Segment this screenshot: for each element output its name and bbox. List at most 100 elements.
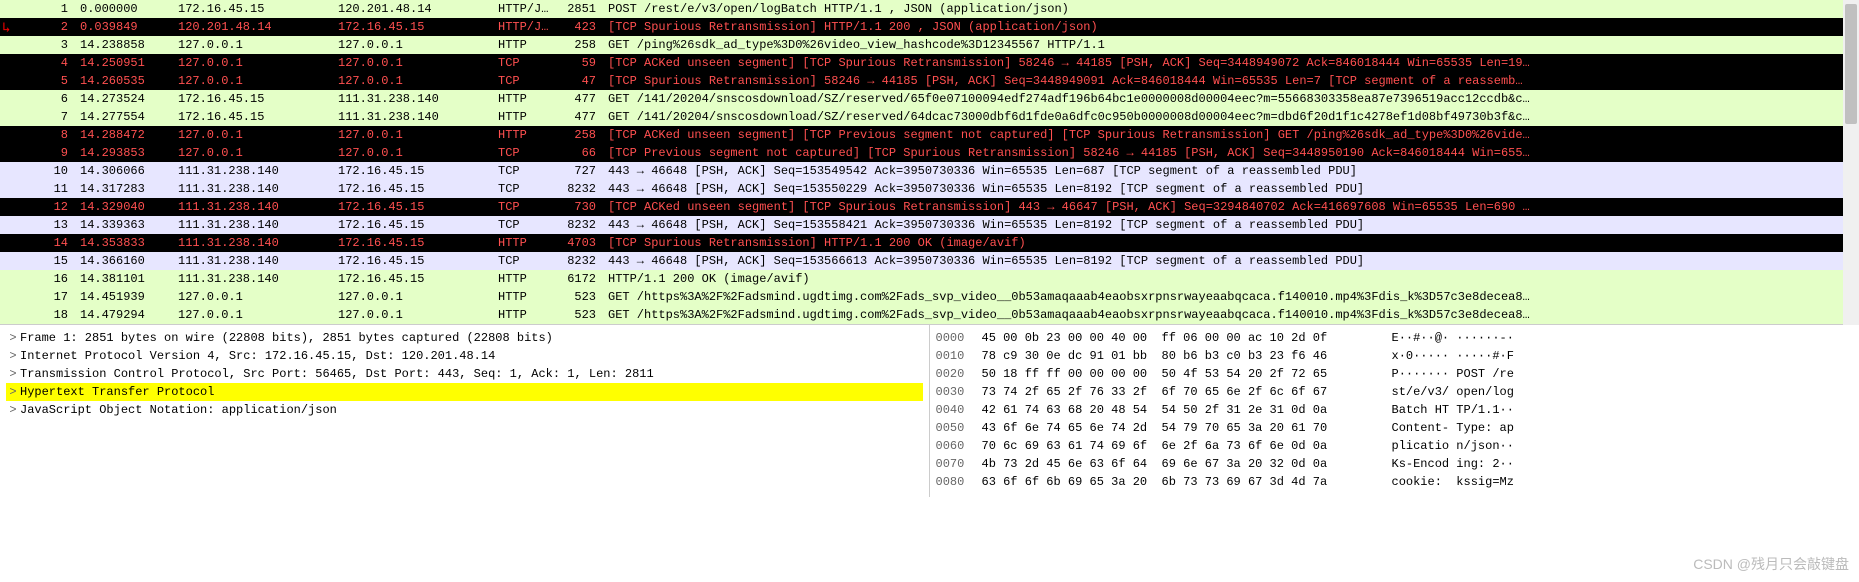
expand-caret-icon[interactable]: > [6,401,20,419]
packet-src: 127.0.0.1 [172,54,332,72]
packet-dst: 127.0.0.1 [332,36,492,54]
packet-proto: HTTP [492,234,560,252]
packet-len: 8232 [560,180,602,198]
packet-row[interactable]: 814.288472127.0.0.1127.0.0.1HTTP258[TCP … [0,126,1859,144]
packet-time: 14.329040 [74,198,172,216]
packet-len: 258 [560,126,602,144]
packet-len: 8232 [560,252,602,270]
packet-dst: 172.16.45.15 [332,234,492,252]
hex-line[interactable]: 008063 6f 6f 6b 69 65 3a 20 6b 73 73 69 … [936,473,1854,491]
packet-src: 172.16.45.15 [172,0,332,18]
packet-row[interactable]: 20.039849120.201.48.14172.16.45.15HTTP/J… [0,18,1859,36]
tree-item-label: Internet Protocol Version 4, Src: 172.16… [20,347,923,365]
hex-bytes: 42 61 74 63 68 20 48 54 54 50 2f 31 2e 3… [982,401,1392,419]
packet-len: 477 [560,90,602,108]
hex-line[interactable]: 001078 c9 30 0e dc 91 01 bb 80 b6 b3 c0 … [936,347,1854,365]
packet-row[interactable]: 1314.339363111.31.238.140172.16.45.15TCP… [0,216,1859,234]
packet-num: 3 [0,36,74,54]
packet-row[interactable]: 1614.381101111.31.238.140172.16.45.15HTT… [0,270,1859,288]
packet-list-scrollbar[interactable] [1843,0,1859,325]
packet-dst: 127.0.0.1 [332,306,492,324]
packet-info: [TCP Spurious Retransmission] HTTP/1.1 2… [602,18,1859,36]
hex-offset: 0000 [936,329,982,347]
packet-proto: HTTP [492,36,560,54]
packet-src: 127.0.0.1 [172,288,332,306]
packet-info: 443 → 46648 [PSH, ACK] Seq=153566613 Ack… [602,252,1859,270]
packet-time: 14.381101 [74,270,172,288]
packet-num: 1 [0,0,74,18]
packet-time: 14.306066 [74,162,172,180]
packet-row[interactable]: 1514.366160111.31.238.140172.16.45.15TCP… [0,252,1859,270]
packet-row[interactable]: 1414.353833111.31.238.140172.16.45.15HTT… [0,234,1859,252]
expand-caret-icon[interactable]: > [6,383,20,401]
packet-num: 5 [0,72,74,90]
hex-ascii: E··#··@· ······-· [1392,329,1854,347]
packet-row[interactable]: 1714.451939127.0.0.1127.0.0.1HTTP523GET … [0,288,1859,306]
hex-ascii: cookie: kssig=Mz [1392,473,1854,491]
packet-dst: 172.16.45.15 [332,180,492,198]
tree-item-label: JavaScript Object Notation: application/… [20,401,923,419]
hex-ascii: plicatio n/json·· [1392,437,1854,455]
tree-item[interactable]: >Transmission Control Protocol, Src Port… [6,365,923,383]
packet-row[interactable]: 1114.317283111.31.238.140172.16.45.15TCP… [0,180,1859,198]
packet-row[interactable]: 1014.306066111.31.238.140172.16.45.15TCP… [0,162,1859,180]
hex-bytes: 45 00 0b 23 00 00 40 00 ff 06 00 00 ac 1… [982,329,1392,347]
hex-line[interactable]: 005043 6f 6e 74 65 6e 74 2d 54 79 70 65 … [936,419,1854,437]
packet-info: GET /https%3A%2F%2Fadsmind.ugdtimg.com%2… [602,288,1859,306]
packet-list[interactable]: 10.000000172.16.45.15120.201.48.14HTTP/J… [0,0,1859,325]
packet-time: 14.293853 [74,144,172,162]
packet-row[interactable]: 514.260535127.0.0.1127.0.0.1TCP47[TCP Sp… [0,72,1859,90]
tree-item[interactable]: >Internet Protocol Version 4, Src: 172.1… [6,347,923,365]
hex-line[interactable]: 00704b 73 2d 45 6e 63 6f 64 69 6e 67 3a … [936,455,1854,473]
packet-dst: 127.0.0.1 [332,126,492,144]
packet-src: 127.0.0.1 [172,72,332,90]
hex-line[interactable]: 006070 6c 69 63 61 74 69 6f 6e 2f 6a 73 … [936,437,1854,455]
packet-time: 14.317283 [74,180,172,198]
packet-num: 15 [0,252,74,270]
packet-time: 0.039849 [74,18,172,36]
packet-len: 477 [560,108,602,126]
scrollbar-thumb[interactable] [1845,4,1857,124]
expand-caret-icon[interactable]: > [6,329,20,347]
packet-row[interactable]: 1814.479294127.0.0.1127.0.0.1HTTP523GET … [0,306,1859,324]
hex-dump-pane[interactable]: 000045 00 0b 23 00 00 40 00 ff 06 00 00 … [930,325,1859,497]
packet-src: 120.201.48.14 [172,18,332,36]
hex-ascii: Content- Type: ap [1392,419,1854,437]
packet-row[interactable]: 914.293853127.0.0.1127.0.0.1TCP66[TCP Pr… [0,144,1859,162]
packet-row[interactable]: 314.238858127.0.0.1127.0.0.1HTTP258GET /… [0,36,1859,54]
packet-time: 14.353833 [74,234,172,252]
hex-line[interactable]: 003073 74 2f 65 2f 76 33 2f 6f 70 65 6e … [936,383,1854,401]
packet-len: 423 [560,18,602,36]
packet-info: [TCP Spurious Retransmission] HTTP/1.1 2… [602,234,1859,252]
packet-row[interactable]: 614.273524172.16.45.15111.31.238.140HTTP… [0,90,1859,108]
hex-line[interactable]: 004042 61 74 63 68 20 48 54 54 50 2f 31 … [936,401,1854,419]
packet-time: 14.479294 [74,306,172,324]
tree-item[interactable]: >JavaScript Object Notation: application… [6,401,923,419]
packet-row[interactable]: 10.000000172.16.45.15120.201.48.14HTTP/J… [0,0,1859,18]
expand-caret-icon[interactable]: > [6,347,20,365]
packet-dst: 111.31.238.140 [332,108,492,126]
packet-num: 9 [0,144,74,162]
hex-bytes: 43 6f 6e 74 65 6e 74 2d 54 79 70 65 3a 2… [982,419,1392,437]
hex-line[interactable]: 000045 00 0b 23 00 00 40 00 ff 06 00 00 … [936,329,1854,347]
packet-src: 127.0.0.1 [172,36,332,54]
packet-src: 127.0.0.1 [172,144,332,162]
packet-proto: HTTP [492,108,560,126]
hex-ascii: Batch HT TP/1.1·· [1392,401,1854,419]
tree-item[interactable]: >Hypertext Transfer Protocol [6,383,923,401]
packet-row[interactable]: 714.277554172.16.45.15111.31.238.140HTTP… [0,108,1859,126]
packet-time: 14.260535 [74,72,172,90]
packet-src: 111.31.238.140 [172,252,332,270]
expand-caret-icon[interactable]: > [6,365,20,383]
packet-row[interactable]: 1214.329040111.31.238.140172.16.45.15TCP… [0,198,1859,216]
packet-proto: TCP [492,198,560,216]
tree-item[interactable]: >Frame 1: 2851 bytes on wire (22808 bits… [6,329,923,347]
packet-info: GET /ping%26sdk_ad_type%3D0%26video_view… [602,36,1859,54]
packet-len: 6172 [560,270,602,288]
packet-info: [TCP ACKed unseen segment] [TCP Spurious… [602,54,1859,72]
hex-ascii: st/e/v3/ open/log [1392,383,1854,401]
packet-src: 127.0.0.1 [172,126,332,144]
hex-line[interactable]: 002050 18 ff ff 00 00 00 00 50 4f 53 54 … [936,365,1854,383]
details-tree-pane[interactable]: >Frame 1: 2851 bytes on wire (22808 bits… [0,325,930,497]
packet-row[interactable]: 414.250951127.0.0.1127.0.0.1TCP59[TCP AC… [0,54,1859,72]
